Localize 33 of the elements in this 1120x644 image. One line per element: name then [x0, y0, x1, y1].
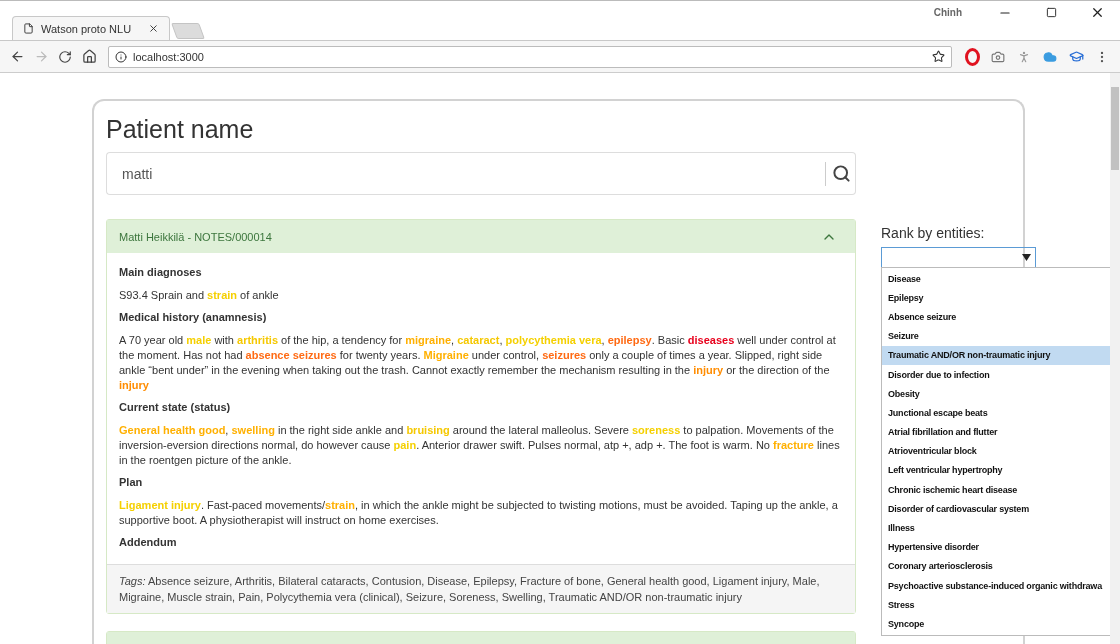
page-icon [23, 23, 34, 34]
cap-icon[interactable] [1068, 49, 1084, 64]
note-title: Matti Heikkilä - NOTES/000014 [119, 230, 272, 243]
section-heading: Current state (status) [119, 400, 232, 415]
note-paragraph: S93.4 Sprain and strain of ankle [119, 288, 280, 303]
back-icon[interactable] [9, 49, 25, 64]
browser-tab[interactable]: Watson proto NLU [12, 16, 170, 40]
reload-icon[interactable] [58, 49, 72, 64]
page-title: Patient name [106, 115, 255, 144]
rank-label: Rank by entities: [881, 225, 986, 241]
note-paragraph: General health good, swelling in the right side ankle and bruising around the lateral malleolus. Severe soreness to palpation. Movements of the inversion-eversion directions normal, do however cause pain. Anterior drawer swift. Pulses normal, atp +, adp +. The foot is warm. No fracture lines in the roentgen picture of the ankle. [119, 423, 841, 468]
cloud-icon[interactable] [1043, 49, 1057, 64]
camera-icon[interactable] [991, 49, 1005, 64]
person-icon[interactable] [1017, 49, 1031, 64]
tab-title: Watson proto NLU [41, 22, 133, 35]
section-heading: Main diagnoses [119, 265, 203, 280]
section-heading: Addendum [119, 535, 178, 550]
star-icon[interactable] [932, 50, 945, 63]
note-paragraph: Ligament injury. Fast-paced movements/strain, in which the ankle might be subjected to twisting motions, must be avoided. Taping up the ankle, a supportive boot. A physiotherapist will instruct on home exercises. [119, 498, 839, 528]
scrollbar[interactable] [1110, 73, 1120, 644]
section-heading: Plan [119, 475, 144, 490]
ring-icon[interactable] [964, 47, 980, 66]
home-icon[interactable] [81, 49, 97, 64]
address-field[interactable]: localhost:3000 [108, 45, 952, 68]
close-icon[interactable] [148, 23, 159, 34]
section-heading: Medical history (anamnesis) [119, 310, 268, 325]
note-header[interactable]: Matti Heikkilä - NOTES/000014 [107, 220, 855, 253]
maximize-icon[interactable] [1045, 7, 1057, 18]
info-icon[interactable] [115, 50, 127, 63]
dropdown-option[interactable]: Traumatic AND/OR non-traumatic injury [882, 345, 1110, 365]
note-paragraph: A 70 year old male with arthritis of the hip, a tendency for migraine, cataract, polycythemia vera, epilepsy. Basic diseases well under control at the moment. Has not had absence seizures for twenty years. Migraine under control, seizures only a couple of times a year. Slipped, right side ankle “bent under” in the evening when taking out the trash. Cannot exactly remember the mechanism resulting in the injury or the direction of the injury [119, 333, 837, 393]
user-name[interactable]: Chinh [933, 7, 962, 18]
dropdown-arrow-icon [1022, 254, 1031, 261]
